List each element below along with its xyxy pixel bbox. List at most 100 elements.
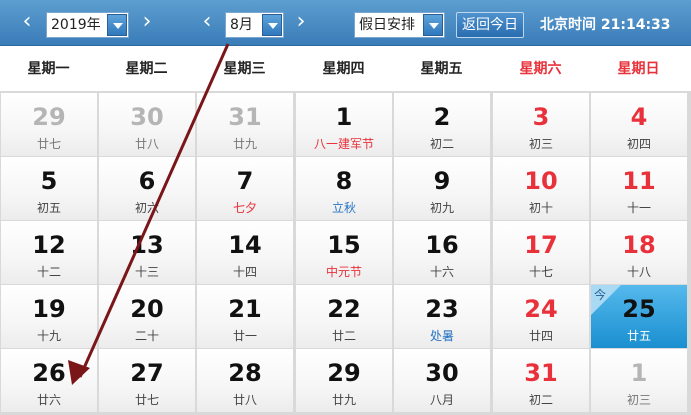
chevron-down-icon — [423, 14, 443, 36]
day-number: 3 — [532, 103, 550, 131]
day-cell[interactable]: 31 廿九 — [197, 93, 293, 156]
beijing-clock: 北京时间 21:14:33 — [540, 14, 671, 34]
holiday-select[interactable]: 假日安排 — [354, 12, 445, 38]
day-number: 20 — [130, 295, 164, 323]
lunar-label: 初九 — [429, 201, 454, 215]
next-year-button[interactable]: › — [140, 10, 154, 34]
lunar-label: 廿四 — [528, 329, 553, 343]
day-cell[interactable]: 5 初五 — [1, 157, 97, 220]
day-cell[interactable]: 21 廿一 — [197, 285, 293, 348]
day-number: 31 — [228, 103, 262, 131]
day-number: 9 — [433, 167, 451, 195]
lunar-label: 十七 — [528, 265, 553, 279]
clock-label: 北京时间 — [540, 17, 596, 33]
day-cell[interactable]: 14 十四 — [197, 221, 293, 284]
day-cell[interactable]: 16 十六 — [394, 221, 490, 284]
prev-year-button[interactable]: ‹ — [20, 10, 34, 34]
day-number: 13 — [130, 231, 164, 259]
day-cell[interactable]: 1 八一建军节 — [296, 93, 392, 156]
day-number: 15 — [327, 231, 361, 259]
day-cell[interactable]: 1 初三 — [591, 349, 687, 412]
weekday-label: 星期六 — [519, 61, 562, 77]
day-cell[interactable]: 15 中元节 — [296, 221, 392, 284]
day-number: 31 — [524, 359, 558, 387]
day-cell[interactable]: 30 廿八 — [99, 93, 195, 156]
day-cell[interactable]: 7 七夕 — [197, 157, 293, 220]
chevron-down-icon — [107, 14, 127, 36]
day-number: 14 — [228, 231, 262, 259]
day-number: 7 — [236, 167, 254, 195]
weekday-label: 星期三 — [223, 61, 266, 77]
lunar-label: 廿五 — [626, 329, 651, 343]
day-cell[interactable]: 6 初六 — [99, 157, 195, 220]
lunar-label: 初四 — [626, 137, 651, 151]
day-cell[interactable]: 19 十九 — [1, 285, 97, 348]
day-cell[interactable]: 30 八月 — [394, 349, 490, 412]
day-number: 30 — [425, 359, 459, 387]
day-cell[interactable]: 23 处暑 — [394, 285, 490, 348]
day-number: 16 — [425, 231, 459, 259]
day-cell[interactable]: 11 十一 — [591, 157, 687, 220]
lunar-label: 廿七 — [134, 393, 159, 407]
month-select[interactable]: 8月 — [225, 12, 284, 38]
day-number: 6 — [138, 167, 156, 195]
day-number: 30 — [130, 103, 164, 131]
lunar-label: 十二 — [36, 265, 61, 279]
lunar-label: 初二 — [528, 393, 553, 407]
day-cell[interactable]: 2 初二 — [394, 93, 490, 156]
calendar-toolbar: ‹ 2019年 › ‹ 8月 › 假日安排 返回今日 北京时间 21:14:33 — [0, 0, 691, 46]
lunar-label: 处暑 — [429, 329, 454, 343]
lunar-label: 十三 — [134, 265, 159, 279]
day-cell[interactable]: 27 廿七 — [99, 349, 195, 412]
day-cell[interactable]: 3 初三 — [493, 93, 589, 156]
next-month-button[interactable]: › — [294, 10, 308, 34]
calendar-grid: 29 廿七 30 廿八 31 廿九 1 八一建军节 2 初二 3 初三 4 初四 5 初五 6 初六 7 七夕 8 立秋 9… — [0, 91, 691, 415]
day-number: 18 — [622, 231, 656, 259]
day-cell[interactable]: 22 廿二 — [296, 285, 392, 348]
weekday-label: 星期四 — [322, 61, 365, 77]
lunar-label: 初六 — [134, 201, 159, 215]
day-cell[interactable]: 31 初二 — [493, 349, 589, 412]
day-cell[interactable]: 12 十二 — [1, 221, 97, 284]
lunar-label: 十一 — [626, 201, 651, 215]
prev-month-button[interactable]: ‹ — [200, 10, 214, 34]
day-cell[interactable]: 13 十三 — [99, 221, 195, 284]
lunar-label: 十四 — [232, 265, 257, 279]
day-cell[interactable]: 17 十七 — [493, 221, 589, 284]
day-cell[interactable]: 10 初十 — [493, 157, 589, 220]
day-number: 1 — [335, 103, 353, 131]
day-cell-today[interactable]: 今 25 廿五 — [591, 285, 687, 348]
day-cell[interactable]: 4 初四 — [591, 93, 687, 156]
back-to-today-button[interactable]: 返回今日 — [456, 12, 524, 38]
lunar-label: 八月 — [429, 393, 454, 407]
lunar-label: 初三 — [528, 137, 553, 151]
lunar-label: 初五 — [36, 201, 61, 215]
day-number: 22 — [327, 295, 361, 323]
holiday-select-value: 假日安排 — [359, 17, 415, 33]
day-cell[interactable]: 24 廿四 — [493, 285, 589, 348]
day-number: 5 — [40, 167, 58, 195]
day-cell[interactable]: 18 十八 — [591, 221, 687, 284]
day-number: 11 — [622, 167, 656, 195]
day-number: 28 — [228, 359, 262, 387]
day-number: 27 — [130, 359, 164, 387]
day-cell[interactable]: 28 廿八 — [197, 349, 293, 412]
day-number: 21 — [228, 295, 262, 323]
lunar-label: 中元节 — [325, 265, 362, 279]
day-cell[interactable]: 20 二十 — [99, 285, 195, 348]
day-number: 26 — [32, 359, 66, 387]
lunar-label: 廿七 — [36, 137, 61, 151]
lunar-label: 八一建军节 — [313, 137, 374, 151]
lunar-label: 廿一 — [232, 329, 257, 343]
day-number: 1 — [630, 359, 648, 387]
lunar-label: 廿八 — [232, 393, 257, 407]
day-cell[interactable]: 29 廿七 — [1, 93, 97, 156]
lunar-label: 立秋 — [331, 201, 356, 215]
day-cell[interactable]: 26 廿六 — [1, 349, 97, 412]
day-cell[interactable]: 8 立秋 — [296, 157, 392, 220]
day-cell[interactable]: 9 初九 — [394, 157, 490, 220]
lunar-label: 二十 — [134, 329, 159, 343]
year-select[interactable]: 2019年 — [46, 12, 129, 38]
lunar-label: 初三 — [626, 393, 651, 407]
day-cell[interactable]: 29 廿九 — [296, 349, 392, 412]
